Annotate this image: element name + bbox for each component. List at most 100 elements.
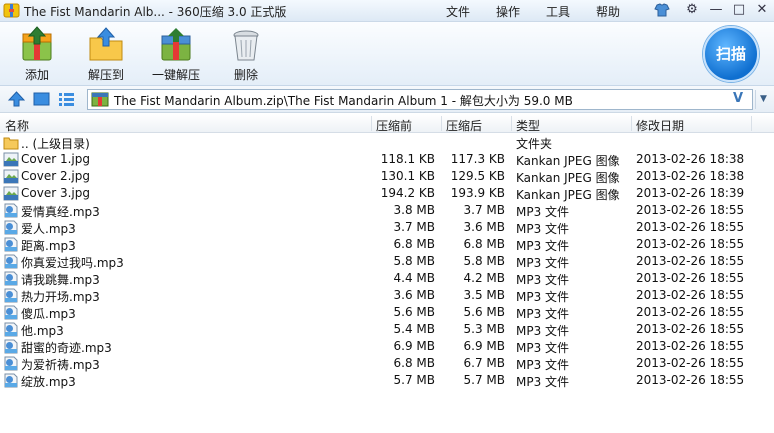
mp3-file-icon bbox=[3, 373, 19, 388]
parent-directory-name: .. (上级目录) bbox=[21, 137, 90, 151]
file-modified-date: 2013-02-26 18:39 bbox=[636, 186, 745, 200]
file-name: Cover 2.jpg bbox=[21, 169, 90, 183]
file-name: 绽放.mp3 bbox=[21, 375, 76, 389]
minimize-icon[interactable]: — bbox=[705, 1, 727, 19]
file-name: 你真爱过我吗.mp3 bbox=[21, 256, 124, 270]
file-modified-date: 2013-02-26 18:55 bbox=[636, 339, 745, 353]
menu-operation[interactable]: 操作 bbox=[496, 3, 520, 20]
file-size-after: 5.8 MB bbox=[463, 254, 505, 268]
file-type: MP3 文件 bbox=[516, 307, 570, 321]
parent-directory-row[interactable]: .. (上级目录) 文件夹 bbox=[0, 134, 774, 151]
address-v-label[interactable]: V bbox=[733, 91, 743, 106]
column-compressed-before[interactable]: 压缩前 bbox=[376, 117, 412, 134]
mp3-file-icon bbox=[3, 339, 19, 354]
column-divider[interactable] bbox=[441, 116, 442, 131]
file-type: Kankan JPEG 图像 bbox=[516, 154, 620, 168]
file-row[interactable]: 绽放.mp3 5.7 MB 5.7 MB MP3 文件 2013-02-26 18:55 bbox=[0, 372, 774, 389]
column-compressed-after[interactable]: 压缩后 bbox=[446, 117, 482, 134]
add-button[interactable]: 添加 bbox=[2, 26, 72, 83]
column-modified[interactable]: 修改日期 bbox=[636, 117, 684, 134]
file-size-after: 5.7 MB bbox=[463, 373, 505, 387]
file-size-before: 5.8 MB bbox=[393, 254, 435, 268]
add-archive-icon bbox=[22, 26, 52, 61]
file-modified-date: 2013-02-26 18:55 bbox=[636, 271, 745, 285]
file-type: MP3 文件 bbox=[516, 341, 570, 355]
file-row[interactable]: Cover 1.jpg 118.1 KB 117.3 KB Kankan JPEG 图… bbox=[0, 151, 774, 168]
file-type: MP3 文件 bbox=[516, 222, 570, 236]
jpeg-file-icon bbox=[3, 186, 19, 201]
file-modified-date: 2013-02-26 18:55 bbox=[636, 356, 745, 370]
column-type[interactable]: 类型 bbox=[516, 117, 540, 134]
file-size-before: 6.8 MB bbox=[393, 356, 435, 370]
column-divider[interactable] bbox=[751, 116, 752, 131]
mp3-file-icon bbox=[3, 203, 19, 218]
file-size-before: 118.1 KB bbox=[380, 152, 435, 166]
file-type: MP3 文件 bbox=[516, 273, 570, 287]
file-name: 爱人.mp3 bbox=[21, 222, 76, 236]
file-row[interactable]: 傻瓜.mp3 5.6 MB 5.6 MB MP3 文件 2013-02-26 18:55 bbox=[0, 304, 774, 321]
file-size-before: 5.7 MB bbox=[393, 373, 435, 387]
file-name: 甜蜜的奇迹.mp3 bbox=[21, 341, 112, 355]
scan-button[interactable]: 扫描 bbox=[703, 26, 759, 82]
file-row[interactable]: 你真爱过我吗.mp3 5.8 MB 5.8 MB MP3 文件 2013-02-26 1… bbox=[0, 253, 774, 270]
file-row[interactable]: 为爱祈祷.mp3 6.8 MB 6.7 MB MP3 文件 2013-02-26 18:… bbox=[0, 355, 774, 372]
file-modified-date: 2013-02-26 18:55 bbox=[636, 305, 745, 319]
parent-directory-type: 文件夹 bbox=[516, 137, 553, 151]
file-size-before: 5.6 MB bbox=[393, 305, 435, 319]
column-divider[interactable] bbox=[631, 116, 632, 131]
file-row[interactable]: Cover 3.jpg 194.2 KB 193.9 KB Kankan JPEG 图… bbox=[0, 185, 774, 202]
file-type: Kankan JPEG 图像 bbox=[516, 188, 620, 202]
file-size-before: 194.2 KB bbox=[380, 186, 435, 200]
column-header: 名称 压缩前 压缩后 类型 修改日期 bbox=[0, 114, 774, 133]
file-type: MP3 文件 bbox=[516, 290, 570, 304]
menu-tools[interactable]: 工具 bbox=[546, 3, 570, 20]
file-row[interactable]: 距离.mp3 6.8 MB 6.8 MB MP3 文件 2013-02-26 18:55 bbox=[0, 236, 774, 253]
mp3-file-icon bbox=[3, 220, 19, 235]
file-modified-date: 2013-02-26 18:55 bbox=[636, 203, 745, 217]
file-row[interactable]: 热力开场.mp3 3.6 MB 3.5 MB MP3 文件 2013-02-26 18:… bbox=[0, 287, 774, 304]
file-row[interactable]: Cover 2.jpg 130.1 KB 129.5 KB Kankan JPEG 图… bbox=[0, 168, 774, 185]
large-icon-view-icon[interactable] bbox=[33, 91, 50, 107]
column-name[interactable]: 名称 bbox=[5, 117, 29, 134]
maximize-icon[interactable]: □ bbox=[728, 1, 750, 19]
chevron-down-icon[interactable]: ▼ bbox=[755, 90, 771, 109]
skin-icon[interactable] bbox=[651, 1, 673, 19]
mp3-file-icon bbox=[3, 356, 19, 371]
file-row[interactable]: 请我跳舞.mp3 4.4 MB 4.2 MB MP3 文件 2013-02-26 18:… bbox=[0, 270, 774, 287]
menu-file[interactable]: 文件 bbox=[446, 3, 470, 20]
file-modified-date: 2013-02-26 18:55 bbox=[636, 254, 745, 268]
file-row[interactable]: 爱人.mp3 3.7 MB 3.6 MB MP3 文件 2013-02-26 18:55 bbox=[0, 219, 774, 236]
file-size-before: 6.9 MB bbox=[393, 339, 435, 353]
address-row: The Fist Mandarin Album.zip\The Fist Man… bbox=[0, 86, 774, 113]
file-name: 距离.mp3 bbox=[21, 239, 76, 253]
file-name: 为爱祈祷.mp3 bbox=[21, 358, 100, 372]
file-size-before: 3.6 MB bbox=[393, 288, 435, 302]
file-name: Cover 1.jpg bbox=[21, 152, 90, 166]
file-row[interactable]: 甜蜜的奇迹.mp3 6.9 MB 6.9 MB MP3 文件 2013-02-26 18… bbox=[0, 338, 774, 355]
file-size-after: 129.5 KB bbox=[450, 169, 505, 183]
list-view-icon[interactable] bbox=[58, 91, 75, 107]
folder-icon bbox=[3, 137, 19, 150]
settings-icon[interactable]: ⚙ bbox=[681, 1, 703, 19]
up-arrow-icon[interactable] bbox=[8, 91, 25, 107]
delete-button[interactable]: 删除 bbox=[211, 26, 281, 83]
window-title: The Fist Mandarin Alb... - 360压缩 3.0 正式版 bbox=[24, 5, 287, 19]
file-name: 傻瓜.mp3 bbox=[21, 307, 76, 321]
column-divider[interactable] bbox=[371, 116, 372, 131]
close-icon[interactable]: ✕ bbox=[751, 1, 773, 19]
one-click-extract-button[interactable]: 一键解压 bbox=[141, 26, 211, 83]
file-row[interactable]: 他.mp3 5.4 MB 5.3 MB MP3 文件 2013-02-26 18:55 bbox=[0, 321, 774, 338]
menu-help[interactable]: 帮助 bbox=[596, 3, 620, 20]
mp3-file-icon bbox=[3, 288, 19, 303]
file-name: 爱情真经.mp3 bbox=[21, 205, 100, 219]
file-type: Kankan JPEG 图像 bbox=[516, 171, 620, 185]
column-divider[interactable] bbox=[511, 116, 512, 131]
mp3-file-icon bbox=[3, 305, 19, 320]
extract-to-label: 解压到 bbox=[87, 68, 124, 82]
file-size-after: 5.3 MB bbox=[463, 322, 505, 336]
mp3-file-icon bbox=[3, 271, 19, 286]
file-row[interactable]: 爱情真经.mp3 3.8 MB 3.7 MB MP3 文件 2013-02-26 18:… bbox=[0, 202, 774, 219]
jpeg-file-icon bbox=[3, 152, 19, 167]
address-bar[interactable]: The Fist Mandarin Album.zip\The Fist Man… bbox=[87, 89, 753, 110]
extract-to-button[interactable]: 解压到 bbox=[71, 26, 141, 83]
